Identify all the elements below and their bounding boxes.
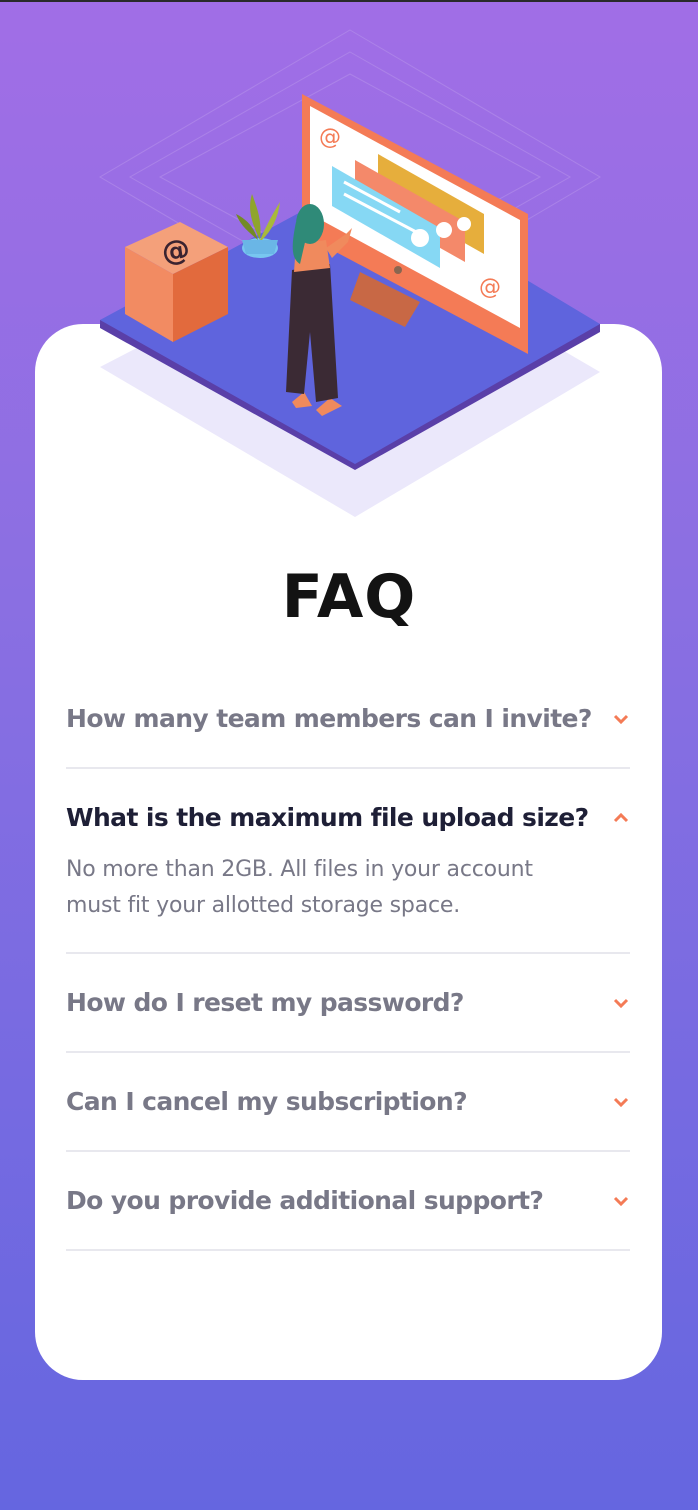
faq-question-text: Do you provide additional support? — [66, 1186, 544, 1215]
chevron-down-icon — [612, 1195, 630, 1207]
faq-item: How do I reset my password? — [66, 954, 630, 1053]
faq-list: How many team members can I invite? What… — [66, 670, 630, 1251]
chevron-up-icon — [612, 812, 630, 824]
faq-question-text: How do I reset my password? — [66, 988, 464, 1017]
plant-icon — [236, 194, 280, 258]
chevron-down-icon — [612, 713, 630, 725]
svg-text:@: @ — [479, 275, 501, 300]
faq-question-text: Can I cancel my subscription? — [66, 1087, 468, 1116]
faq-question-button[interactable]: How many team members can I invite? — [66, 670, 630, 767]
faq-item: Do you provide additional support? — [66, 1152, 630, 1251]
woman-at-computer-illustration: @ @ @ — [99, 29, 601, 517]
faq-question-button[interactable]: Can I cancel my subscription? — [66, 1053, 630, 1150]
faq-question-text: What is the maximum file upload size? — [66, 803, 589, 832]
faq-item: What is the maximum file upload size? No… — [66, 769, 630, 954]
chevron-down-icon — [612, 1096, 630, 1108]
faq-question-button[interactable]: Do you provide additional support? — [66, 1152, 630, 1249]
faq-question-button[interactable]: How do I reset my password? — [66, 954, 630, 1051]
chevron-down-icon — [612, 997, 630, 1009]
faq-item: How many team members can I invite? — [66, 670, 630, 769]
svg-text:@: @ — [160, 232, 192, 269]
svg-text:@: @ — [319, 125, 341, 150]
faq-answer-text: No more than 2GB. All files in your acco… — [66, 857, 533, 918]
faq-question-text: How many team members can I invite? — [66, 704, 592, 733]
faq-item: Can I cancel my subscription? — [66, 1053, 630, 1152]
page-title: FAQ — [281, 562, 417, 632]
